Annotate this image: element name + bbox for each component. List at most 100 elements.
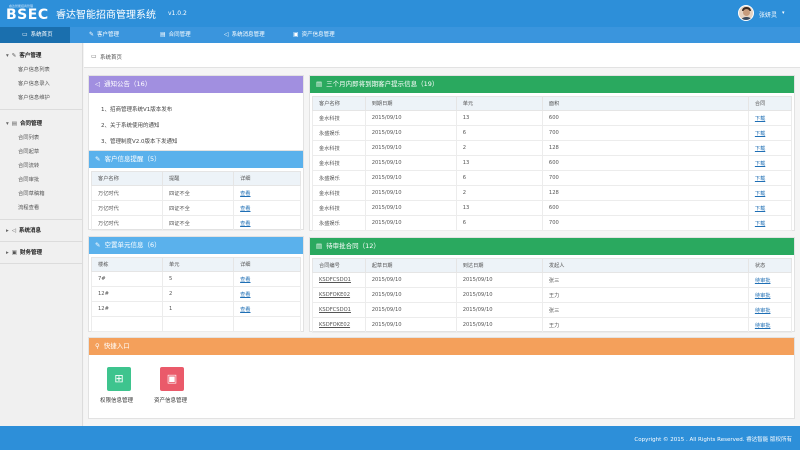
table-row: KSDFOKE02 2015/09/10 2015/09/10 王力 待审批 xyxy=(312,287,793,303)
customer-alert-table: 客户名称 提醒 详细 万亿时代 四证不全 查看 万亿时代 四证不全 查看 万亿时… xyxy=(90,171,301,231)
quick-link-permissions[interactable]: 权限信息管理 xyxy=(100,396,133,404)
table-row: 12# 1 查看 xyxy=(90,301,301,317)
table-cell: 2015/09/10 xyxy=(364,125,457,141)
nav-item-customers[interactable]: ✎ 客户管理 xyxy=(89,27,119,43)
user-menu-caret-icon[interactable]: ▾ xyxy=(782,10,785,16)
notice-item[interactable]: 3、管理制度V2.0版本下发通知 xyxy=(101,137,178,145)
table-row: 永盛娱乐 2015/09/10 6 700 下载 xyxy=(312,215,793,231)
action-link[interactable]: 下载 xyxy=(755,206,765,212)
column-header: 客户名称 xyxy=(90,171,164,186)
contract-number-link[interactable]: KSDFCSDO1 xyxy=(319,307,351,313)
panel-title: 三个月内即将到期客户提示信息（19） xyxy=(326,80,439,88)
table-cell: 永盛娱乐 xyxy=(312,215,366,231)
table-cell: 6 xyxy=(455,125,543,141)
sidebar-group-customers[interactable]: ▾ ✎ 客户管理 xyxy=(6,51,41,61)
view-link[interactable]: 查看 xyxy=(240,191,250,197)
table-cell: 1 xyxy=(162,301,235,317)
sidebar-item-contract-list[interactable]: 合同列表 xyxy=(18,133,39,143)
action-link[interactable]: 待审批 xyxy=(755,308,771,314)
sidebar-item-customer-entry[interactable]: 客户信息录入 xyxy=(18,79,50,89)
chevron-down-icon: ▾ xyxy=(6,121,9,127)
action-link[interactable]: 待审批 xyxy=(755,323,771,329)
panel-header: ▤ 待审批合同（12） xyxy=(310,238,794,255)
table-row: 金水科技 2015/09/10 2 128 下载 xyxy=(312,185,793,201)
table-row: 金水科技 2015/09/10 2 128 下载 xyxy=(312,140,793,156)
footer: Copyright © 2015 . All Rights Reserved. … xyxy=(0,426,800,450)
sidebar-group-label: 财务管理 xyxy=(19,250,42,256)
table-cell: 待审批 xyxy=(747,272,793,288)
panel-header: ⚲ 快捷入口 xyxy=(89,338,794,355)
sidebar-item-contract-approve[interactable]: 合同审批 xyxy=(18,175,39,185)
table-cell: 王力 xyxy=(541,287,749,303)
table-cell: KSDFCSDO1 xyxy=(312,272,366,288)
view-link[interactable]: 查看 xyxy=(240,307,250,313)
action-link[interactable]: 下载 xyxy=(755,161,765,167)
action-link[interactable]: 下载 xyxy=(755,131,765,137)
breadcrumb-current[interactable]: 系统首页 xyxy=(100,53,122,61)
view-link[interactable]: 查看 xyxy=(240,292,250,298)
table-cell: 下载 xyxy=(747,125,793,141)
contract-number-link[interactable]: KSDFOKE02 xyxy=(319,322,350,328)
table-cell: 2015/09/10 xyxy=(455,272,543,288)
column-header: 状态 xyxy=(747,258,793,273)
table-cell: 13 xyxy=(455,110,543,126)
table-cell: 2015/09/10 xyxy=(364,200,457,216)
action-link[interactable]: 下载 xyxy=(755,146,765,152)
sidebar-group-contracts[interactable]: ▾ ▤ 合同管理 xyxy=(6,119,42,129)
sidebar-item-contract-drafts[interactable]: 合同草稿箱 xyxy=(18,189,45,199)
view-link[interactable]: 查看 xyxy=(240,206,250,212)
permissions-icon[interactable]: ⊞ xyxy=(107,367,131,391)
speaker-icon: ◁ xyxy=(11,228,16,234)
sidebar-item-customer-maintain[interactable]: 客户信息维护 xyxy=(18,93,50,103)
table-cell: 查看 xyxy=(233,286,301,302)
table-cell: 700 xyxy=(541,125,749,141)
nav-item-contracts[interactable]: ▤ 合同管理 xyxy=(160,27,191,43)
link-icon: ⚲ xyxy=(95,342,100,350)
table-cell: 下载 xyxy=(747,170,793,186)
pending-contracts-panel: ▤ 待审批合同（12） 合同编号 起草日期 到达日期 发起人 状态 KSDFCSD… xyxy=(309,237,795,333)
user-name[interactable]: 张妍灵 xyxy=(759,10,777,19)
view-link[interactable]: 查看 xyxy=(240,221,250,227)
sidebar-item-customer-list[interactable]: 客户信息列表 xyxy=(18,65,50,75)
sidebar-item-contract-flow[interactable]: 合同流转 xyxy=(18,161,39,171)
action-link[interactable]: 下载 xyxy=(755,116,765,122)
action-link[interactable]: 待审批 xyxy=(755,278,771,284)
briefcase-icon[interactable]: ▣ xyxy=(160,367,184,391)
table-row: KSDFCSDO1 2015/09/10 2015/09/10 张三 待审批 xyxy=(312,302,793,318)
notice-item[interactable]: 2、关于系统使用的通知 xyxy=(101,121,160,129)
avatar[interactable] xyxy=(738,5,754,21)
sidebar-group-messages[interactable]: ▸ ◁ 系统消息 xyxy=(6,226,41,236)
main-content: ◁ 通知公告（16） 1、招商管理系统V1版本发布 2、关于系统使用的通知 3、管… xyxy=(84,68,800,426)
document-icon: ▤ xyxy=(160,31,166,38)
column-header: 到达日期 xyxy=(455,258,543,273)
view-link[interactable]: 查看 xyxy=(240,277,250,283)
table-cell: 2015/09/10 xyxy=(455,287,543,303)
chevron-right-icon: ▸ xyxy=(6,228,9,234)
action-link[interactable]: 下载 xyxy=(755,176,765,182)
quick-link-assets[interactable]: 资产信息管理 xyxy=(154,396,187,404)
contract-number-link[interactable]: KSDFCSDO1 xyxy=(319,277,351,283)
nav-item-home[interactable]: ▭ 系统首页 xyxy=(0,27,70,43)
notice-item[interactable]: 1、招商管理系统V1版本发布 xyxy=(101,105,172,113)
contract-number-link[interactable]: KSDFOKE02 xyxy=(319,292,350,298)
action-link[interactable]: 待审批 xyxy=(755,293,771,299)
user-edit-icon: ✎ xyxy=(89,31,95,38)
sidebar-item-flow-view[interactable]: 流程查看 xyxy=(18,203,39,213)
column-header: 合同 xyxy=(747,96,793,111)
table-row: 7# 5 查看 xyxy=(90,271,301,287)
nav-item-assets[interactable]: ▣ 资产信息管理 xyxy=(293,27,335,43)
table-cell: 查看 xyxy=(233,271,301,287)
table-cell: 万亿时代 xyxy=(90,200,164,216)
panel-title: 空置单元信息（6） xyxy=(104,241,161,249)
action-link[interactable]: 下载 xyxy=(755,191,765,197)
action-link[interactable]: 下载 xyxy=(755,221,765,227)
table-cell: 张三 xyxy=(541,272,749,288)
table-row: 永盛娱乐 2015/09/10 6 700 下载 xyxy=(312,170,793,186)
column-header: 单元 xyxy=(162,257,235,272)
sidebar-group-finance[interactable]: ▸ ▣ 财务管理 xyxy=(6,248,42,258)
nav-item-messages[interactable]: ◁ 系统消息管理 xyxy=(224,27,265,43)
table-cell: 待审批 xyxy=(747,287,793,303)
sidebar-item-contract-draft[interactable]: 合同起草 xyxy=(18,147,39,157)
table-header-row: 合同编号 起草日期 到达日期 发起人 状态 xyxy=(312,258,793,273)
divider xyxy=(0,241,83,242)
